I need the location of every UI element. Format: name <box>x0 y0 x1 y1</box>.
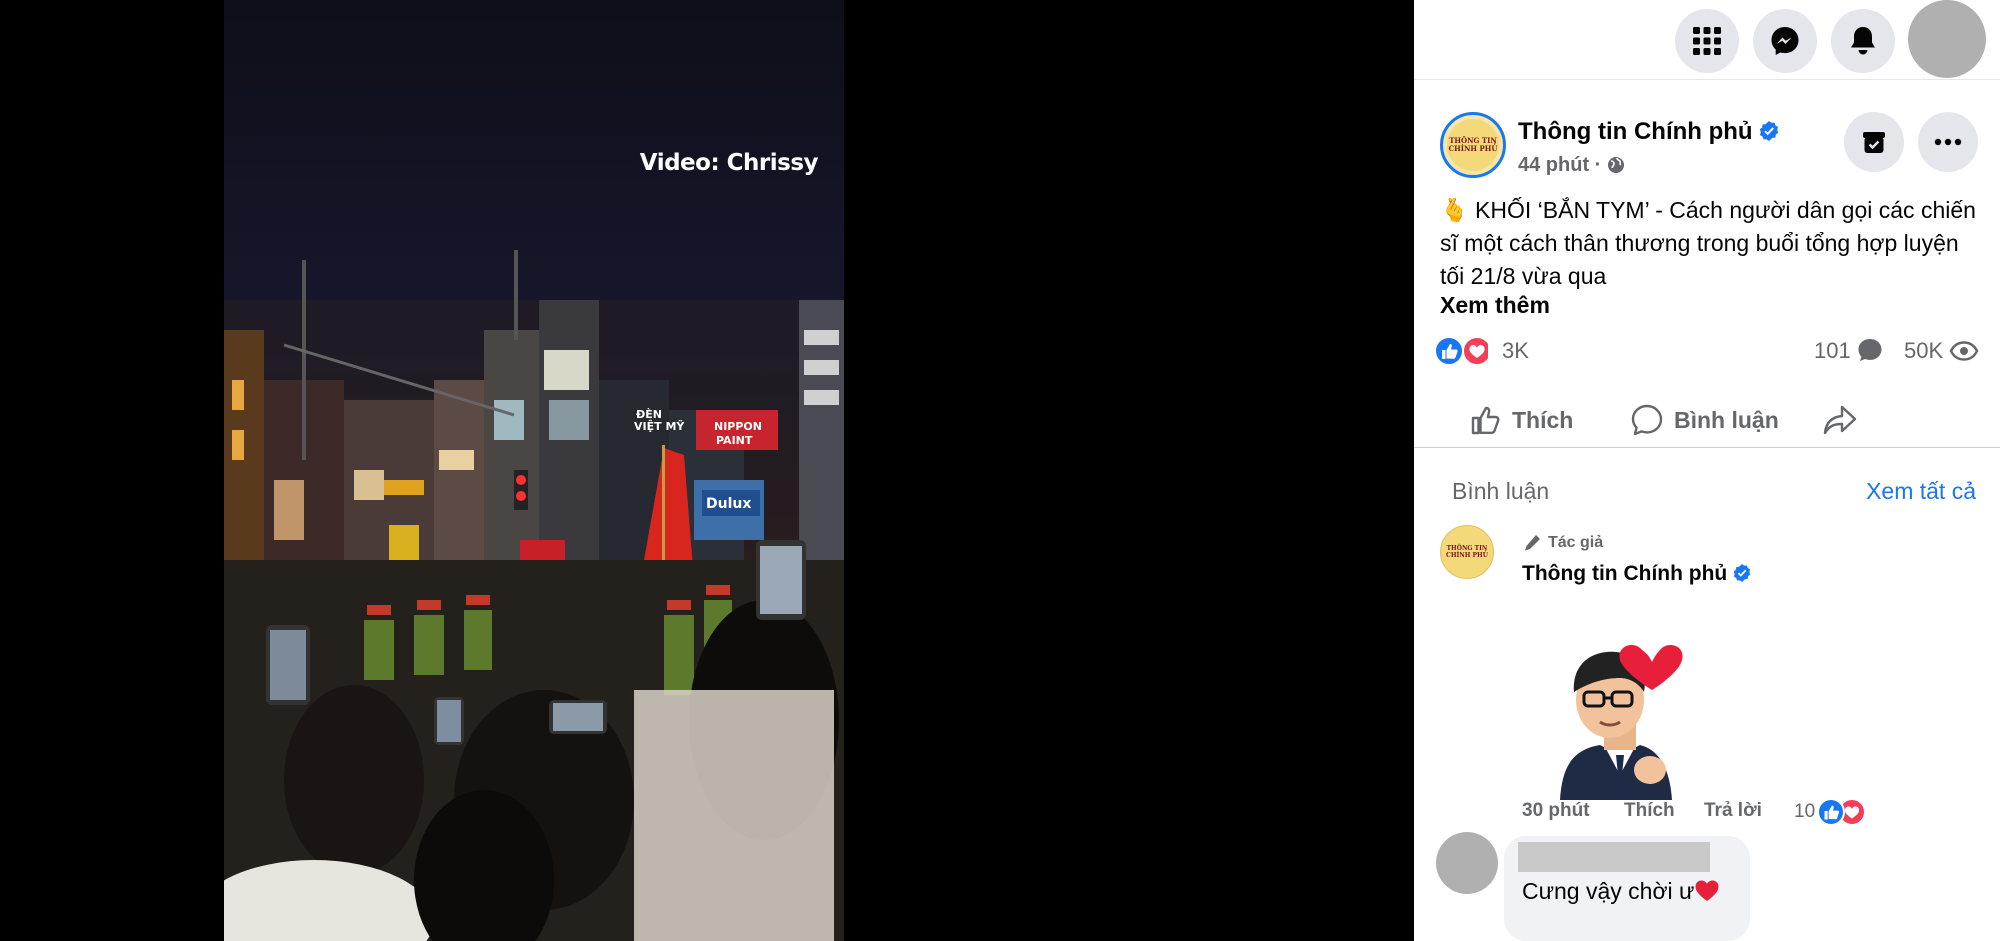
post-page-name[interactable]: Thông tin Chính phủ <box>1518 118 1779 146</box>
more-dots-icon <box>1934 138 1962 146</box>
comment-label: Bình luận <box>1674 406 1779 433</box>
comment-reply-button[interactable]: Trả lời <box>1704 800 1762 822</box>
author-tag-label: Tác giả <box>1548 534 1604 551</box>
avatar-sticker <box>1560 645 1683 800</box>
globe-icon <box>1607 157 1624 173</box>
more-options-button[interactable] <box>1918 112 1978 172</box>
video-frame-scene: NIPPON PAINT ĐÈN VIỆT MỸ Dulux <box>224 250 844 941</box>
comment-reactions-count: 10 <box>1794 801 1816 822</box>
reactions-count[interactable]: 3K <box>1502 338 1529 364</box>
comment-author-logo-image: THÔNG TIN CHÍNH PHỦ <box>1445 530 1489 574</box>
post-panel: THÔNG TIN CHÍNH PHỦ Thông tin Chính phủ 4… <box>1414 0 2000 941</box>
svg-text:NIPPON: NIPPON <box>714 420 762 433</box>
post-body-text: 🫰 KHỐI ‘BẮN TYM’ - Cách người dân gọi cá… <box>1440 194 1980 293</box>
comment-text-content: Cưng vậy chời ư <box>1522 878 1695 904</box>
commenter-avatar[interactable] <box>1436 832 1498 894</box>
comment-reactions[interactable]: 10 <box>1794 798 1866 826</box>
svg-text:VIỆT MỸ: VIỆT MỸ <box>634 420 685 433</box>
messenger-icon <box>1771 27 1799 55</box>
comment-button[interactable]: Bình luận <box>1630 400 1779 440</box>
video-watermark: Video: Chrissy <box>639 150 819 176</box>
thumbs-up-icon <box>1471 406 1500 435</box>
like-label: Thích <box>1512 406 1574 433</box>
page-logo-image: THÔNG TIN CHÍNH PHỦ <box>1447 119 1499 171</box>
comment-icon <box>1631 404 1663 436</box>
top-navigation-bar <box>1414 0 2000 80</box>
comments-count[interactable]: 101 <box>1814 338 1883 364</box>
svg-text:PAINT: PAINT <box>716 434 753 447</box>
comment-bubble: Cưng vậy chời ư <box>1504 836 1750 941</box>
bookmark-box-icon <box>1863 132 1885 153</box>
comment-bubble-icon <box>1858 339 1882 361</box>
redacted-commenter-name <box>1518 842 1710 872</box>
post-meta: 44 phút · <box>1518 154 1625 177</box>
apps-grid-icon <box>1693 27 1721 55</box>
verified-badge-icon <box>1733 564 1751 582</box>
comment-reaction-icons <box>1817 798 1866 826</box>
notifications-bell-icon <box>1851 27 1875 55</box>
page-name-text[interactable]: Thông tin Chính phủ <box>1518 118 1753 145</box>
comments-count-number: 101 <box>1814 338 1851 363</box>
messenger-button[interactable] <box>1753 9 1817 73</box>
red-heart-emoji-icon <box>1695 880 1719 901</box>
svg-text:Dulux: Dulux <box>706 496 751 512</box>
comment-text: Cưng vậy chời ư <box>1522 878 1720 905</box>
verified-badge-icon <box>1759 121 1778 141</box>
like-button[interactable]: Thích <box>1470 400 1573 440</box>
post-actions-bar: Thích Bình luận <box>1414 392 2000 448</box>
see-more-link[interactable]: Xem thêm <box>1440 292 1550 319</box>
post-time[interactable]: 44 phút <box>1518 154 1589 176</box>
save-post-button[interactable] <box>1844 112 1904 172</box>
views-count: 50K <box>1904 338 1979 364</box>
reaction-icons[interactable] <box>1434 336 1488 366</box>
post-caption: KHỐI ‘BẮN TYM’ - Cách người dân gọi các … <box>1440 197 1976 289</box>
finger-heart-emoji: 🫰 <box>1440 197 1469 223</box>
comment-author-name-text[interactable]: Thông tin Chính phủ <box>1522 562 1727 585</box>
author-tag: Tác giả <box>1522 534 1603 552</box>
comment-author-name[interactable]: Thông tin Chính phủ <box>1522 562 1751 586</box>
share-arrow-icon <box>1823 405 1857 435</box>
meta-separator: · <box>1589 154 1607 176</box>
comments-heading: Bình luận <box>1452 478 1550 504</box>
video-stage[interactable]: NIPPON PAINT ĐÈN VIỆT MỸ Dulux Video: Ch… <box>0 0 1414 941</box>
share-button[interactable] <box>1822 400 1868 440</box>
notifications-button[interactable] <box>1831 9 1895 73</box>
pencil-icon <box>1525 535 1540 551</box>
views-count-number: 50K <box>1904 338 1944 363</box>
video-player[interactable]: NIPPON PAINT ĐÈN VIỆT MỸ Dulux Video: Ch… <box>224 0 844 941</box>
see-all-comments-link[interactable]: Xem tất cả <box>1866 478 1976 505</box>
eye-icon <box>1949 341 1979 361</box>
comment-like-button[interactable]: Thích <box>1624 800 1675 822</box>
comment-author-avatar[interactable]: THÔNG TIN CHÍNH PHỦ <box>1440 525 1494 579</box>
page-logo[interactable]: THÔNG TIN CHÍNH PHỦ <box>1440 112 1506 178</box>
post-stats: 3K 101 50K <box>1434 334 1984 368</box>
apps-grid-button[interactable] <box>1675 9 1739 73</box>
comment-time[interactable]: 30 phút <box>1522 800 1590 822</box>
profile-avatar[interactable] <box>1908 0 1986 78</box>
